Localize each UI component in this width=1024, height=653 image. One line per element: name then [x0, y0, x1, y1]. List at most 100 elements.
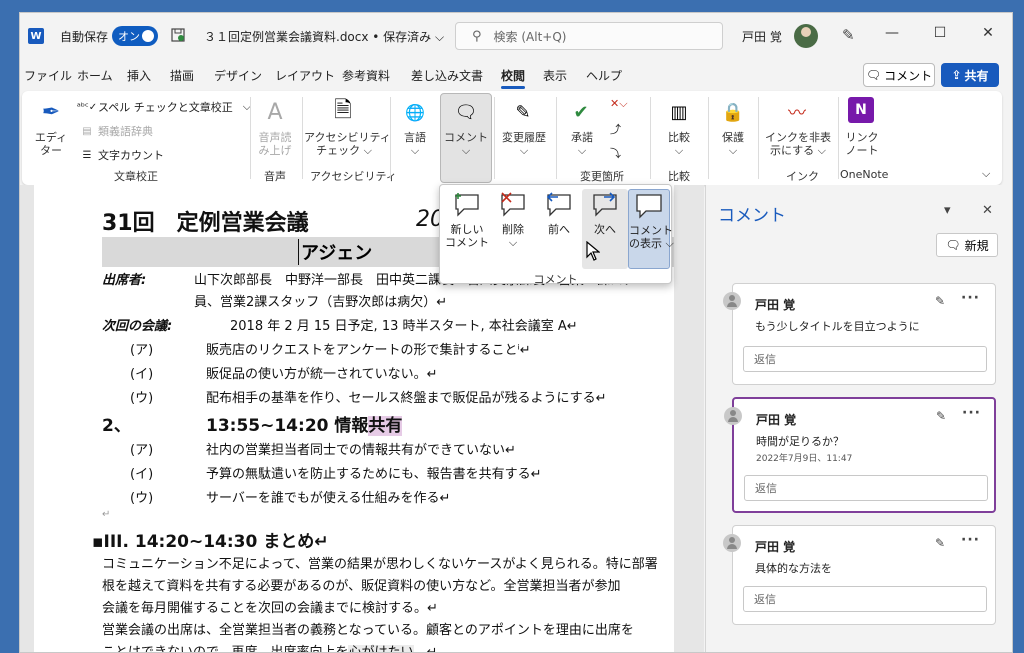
section-2-heading: 13:55~14:20 情報共有	[206, 411, 403, 436]
comment-card[interactable]: 戸田 覚 ✎ ··· もう少しタイトルを目立つように 返信	[723, 283, 996, 385]
section-2-number: 2、	[102, 416, 131, 436]
maximize-button[interactable]: ☐	[930, 25, 950, 41]
edit-pencil-icon[interactable]: ✎	[935, 536, 945, 550]
tab-review[interactable]: 校閲	[501, 67, 526, 89]
group-speech-label: 音声	[264, 170, 286, 183]
item-text: 販促品の使い方が統一されていない。↵	[206, 367, 438, 382]
accept-button[interactable]: 承諾 ⌵	[562, 131, 602, 157]
designer-pen-icon[interactable]: ✎	[842, 26, 855, 44]
comments-pane: コメント ▾ ✕ 🗨 新規 戸田 覚 ✎ ··· もう少しタイトルを目立つように…	[705, 185, 1012, 652]
avatar	[723, 292, 741, 310]
search-box[interactable]: ⚲ 検索 (Alt+Q)	[455, 22, 723, 50]
group-changes-label: 変更箇所	[580, 170, 624, 183]
edit-pencil-icon[interactable]: ✎	[935, 294, 945, 308]
reply-input[interactable]: 返信	[744, 475, 988, 501]
tab-insert[interactable]: 挿入	[127, 67, 151, 84]
comment-card-active[interactable]: 戸田 覚 ✎ ··· 時間が足りるか？ 2022年7月9日、11:47 返信	[724, 397, 996, 513]
new-comment-button[interactable]: 新しい コメント	[444, 189, 490, 269]
tab-layout[interactable]: レイアウト	[275, 67, 335, 84]
ribbon-collapse-icon[interactable]: ⌵	[982, 167, 990, 181]
user-name[interactable]: 戸田 覚	[742, 28, 782, 45]
tab-draw[interactable]: 描画	[170, 67, 194, 84]
edit-pencil-icon[interactable]: ✎	[936, 409, 946, 423]
save-icon[interactable]	[170, 27, 186, 43]
tab-design[interactable]: デザイン	[214, 67, 262, 84]
item-label: (ア)	[130, 343, 154, 358]
word-count-button[interactable]: ☰ 文字カウント	[80, 147, 164, 163]
hide-ink-button[interactable]: インクを非表 示にする ⌵	[762, 131, 834, 157]
pane-close-icon[interactable]: ✕	[982, 203, 993, 218]
ribbon-separator	[708, 97, 709, 179]
user-avatar[interactable]	[794, 24, 818, 48]
minimize-button[interactable]: —	[882, 25, 902, 41]
share-button[interactable]: ⇪ 共有	[941, 63, 999, 87]
previous-change-icon[interactable]: ⤴	[610, 121, 621, 137]
delete-comment-icon	[498, 191, 528, 219]
commented-highlight[interactable]: 共有	[368, 416, 403, 436]
show-comments-icon	[634, 192, 664, 220]
attendees-line-2: 員、営業2課スタッフ（吉野次郎は病欠）↵	[194, 295, 448, 310]
close-button[interactable]: ✕	[978, 25, 998, 41]
tab-help[interactable]: ヘルプ	[586, 67, 622, 84]
pane-options-icon[interactable]: ▾	[944, 203, 951, 218]
more-options-icon[interactable]: ···	[962, 405, 981, 421]
empty-paragraph-mark: ↵	[102, 509, 111, 520]
editor-button[interactable]: エディ ター	[30, 131, 72, 157]
reply-input[interactable]: 返信	[743, 586, 987, 612]
next-change-icon[interactable]: ⤵	[610, 145, 621, 161]
track-changes-button[interactable]: 変更履歴 ⌵	[496, 131, 552, 157]
more-options-icon[interactable]: ···	[961, 290, 980, 306]
comment-card[interactable]: 戸田 覚 ✎ ··· 具体的な方法を 返信	[723, 525, 996, 625]
item-label: (イ)	[130, 467, 154, 482]
thesaurus-button[interactable]: ▤ 類義語辞典	[80, 123, 153, 139]
next-comment-icon	[590, 191, 620, 219]
title-bar: W 自動保存 オン ３１回定例営業会議資料.docx • 保存済み ⌵ ⚲ 検索…	[20, 13, 1012, 59]
ribbon-separator	[390, 97, 391, 179]
reply-input[interactable]: 返信	[743, 346, 987, 372]
tab-file[interactable]: ファイル	[24, 67, 72, 84]
new-comment-pane-button[interactable]: 🗨 新規	[936, 233, 998, 257]
ribbon: ✒ エディ ター ᵃᵇᶜ✓ スペル チェックと文章校正 ⌵ ▤ 類義語辞典 ☰ 文字カウ…	[22, 91, 1002, 185]
tab-view[interactable]: 表示	[543, 67, 567, 84]
tab-references[interactable]: 参考資料	[342, 67, 390, 84]
comment-icon: 🗨	[865, 68, 882, 82]
comment-button[interactable]: コメント ⌵	[440, 131, 492, 157]
item-text: 販売店のリクエストをアンケートの形で集計することⁱ↵	[206, 343, 531, 358]
body-paragraph-line: コミュニケーション不足によって、営業の結果が思わしくないケースがよく見られる。特…	[102, 557, 658, 572]
read-aloud-button[interactable]: 音声読 み上げ	[252, 131, 298, 157]
avatar	[724, 407, 742, 425]
autosave-toggle[interactable]: オン	[112, 26, 158, 46]
item-label: (ウ)	[130, 391, 154, 406]
protect-button[interactable]: 保護 ⌵	[712, 131, 754, 157]
document-title[interactable]: ３１回定例営業会議資料.docx • 保存済み ⌵	[204, 28, 444, 45]
tab-mailings[interactable]: 差し込み文書	[411, 67, 483, 84]
reject-icon[interactable]: ✕⌵	[610, 97, 628, 111]
word-window: W 自動保存 オン ３１回定例営業会議資料.docx • 保存済み ⌵ ⚲ 検索…	[19, 12, 1013, 653]
editor-icon: ✒	[41, 99, 61, 125]
linked-notes-button[interactable]: リンク ノート	[840, 131, 884, 157]
onenote-icon: N	[848, 97, 874, 123]
item-text: サーバーを誰でもが使える仕組みを作る↵	[206, 491, 451, 506]
body-text: ことはできないので、再度、出席率向上を	[102, 645, 349, 653]
show-comments-label: コメント の表示 ⌵	[629, 224, 674, 250]
new-comment-pane-label: 新規	[964, 238, 989, 253]
comments-button[interactable]: 🗨 コメント	[863, 63, 935, 87]
compare-button[interactable]: 比較 ⌵	[656, 131, 702, 157]
previous-comment-button[interactable]: 前へ	[536, 189, 582, 269]
delete-comment-button[interactable]: 削除 ⌵	[490, 189, 536, 269]
delete-comment-label: 削除 ⌵	[502, 223, 524, 249]
item-text: 社内の営業担当者同士での情報共有ができていない↵	[206, 443, 516, 458]
track-changes-icon: ✎	[515, 101, 531, 123]
show-comments-button[interactable]: コメント の表示 ⌵	[628, 189, 674, 269]
tab-home[interactable]: ホーム	[77, 67, 113, 84]
word-count-label: 文字カウント	[98, 149, 164, 162]
commented-highlight[interactable]: 心がけたい	[348, 645, 414, 652]
accessibility-check-button[interactable]: アクセシビリティ チェック ⌵	[304, 131, 391, 157]
agenda-heading: アジェン	[298, 239, 372, 265]
ribbon-separator	[650, 97, 651, 179]
more-options-icon[interactable]: ···	[961, 532, 980, 548]
accept-icon: ✔	[573, 101, 589, 123]
spell-check-button[interactable]: ᵃᵇᶜ✓ スペル チェックと文章校正 ⌵	[77, 99, 251, 115]
search-placeholder: 検索 (Alt+Q)	[493, 29, 567, 44]
language-button[interactable]: 言語 ⌵	[394, 131, 436, 157]
